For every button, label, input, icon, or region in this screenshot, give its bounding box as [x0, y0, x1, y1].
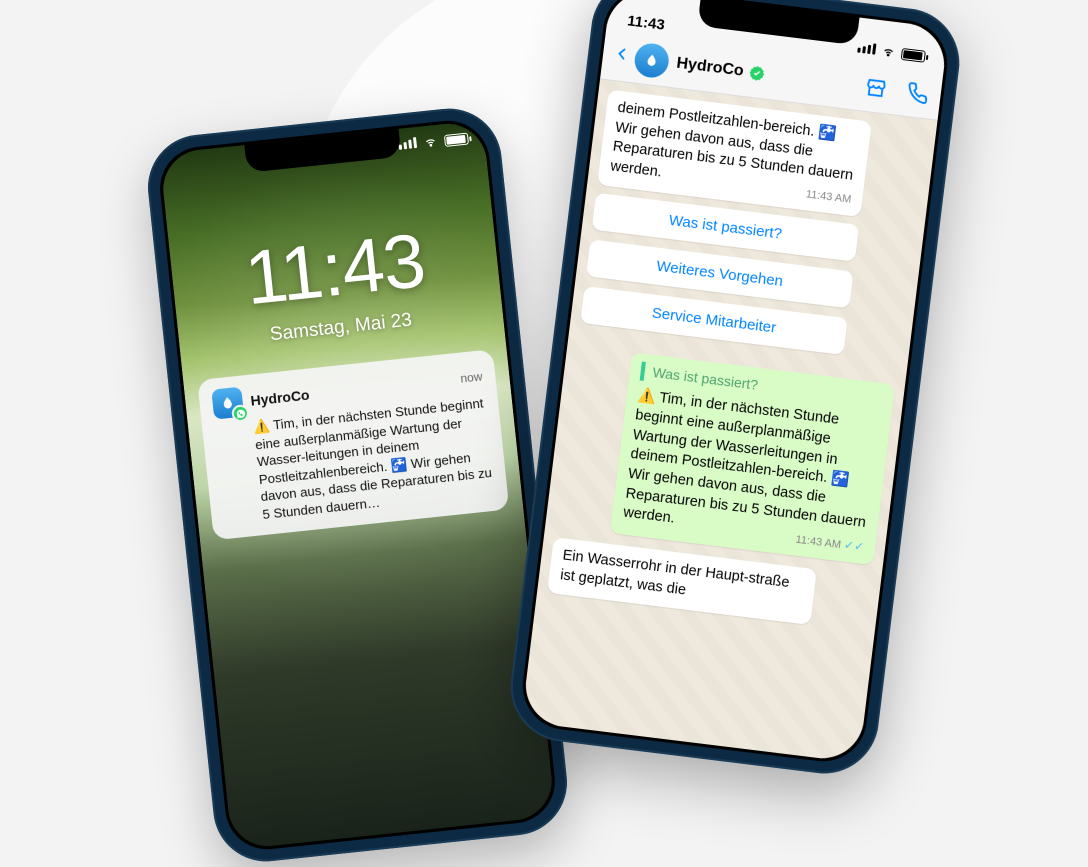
read-receipt-icon: ✓✓: [843, 538, 865, 554]
message-timestamp: 11:43 AM✓✓: [795, 531, 865, 556]
back-button[interactable]: [613, 42, 630, 72]
store-icon[interactable]: [864, 76, 889, 101]
whatsapp-badge-icon: [231, 404, 250, 423]
wifi-icon: [880, 45, 897, 59]
notification-card[interactable]: HydroCo now ⚠️ Tim, in der nächsten Stun…: [197, 349, 509, 540]
chat-messages[interactable]: deinem Postleitzahlen-bereich. 🚰 Wir geh…: [521, 79, 937, 763]
status-indicators: [396, 130, 469, 155]
battery-icon: [444, 133, 469, 147]
contact-avatar[interactable]: [633, 42, 671, 80]
cellular-icon: [855, 39, 877, 59]
app-icon: [211, 387, 244, 420]
battery-icon: [901, 48, 926, 63]
notification-body: ⚠️ Tim, in der nächsten Stunde beginnt e…: [252, 394, 495, 523]
message-outgoing[interactable]: Was ist passiert? ⚠️ Tim, in der nächste…: [610, 352, 895, 565]
contact-name[interactable]: HydroCo: [675, 55, 866, 96]
phone-call-icon[interactable]: [905, 81, 930, 106]
message-timestamp: 11:43 AM: [805, 187, 852, 207]
phone-lockscreen: 11:43 Samstag, Mai 23 HydroCo now ⚠️ Tim…: [143, 103, 572, 866]
wifi-icon: [422, 136, 439, 150]
cellular-icon: [396, 135, 418, 155]
notification-timestamp: now: [460, 369, 483, 385]
status-time: 11:43: [626, 12, 665, 33]
verified-badge-icon: [748, 64, 766, 82]
